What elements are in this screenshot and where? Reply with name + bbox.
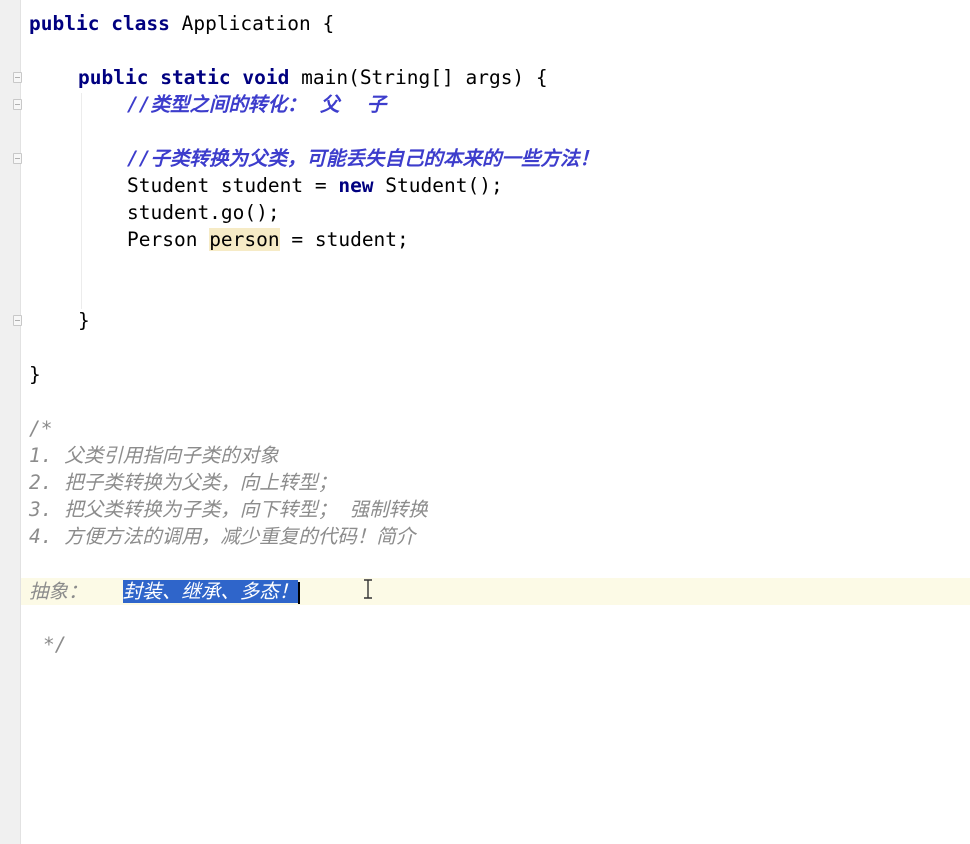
- fold-icon[interactable]: [13, 99, 22, 110]
- keyword: public: [29, 12, 100, 35]
- item-text: 方便方法的调用，减少重复的代码！简介: [64, 525, 416, 548]
- code-line-main-decl[interactable]: public static void main(String[] args) {: [78, 64, 548, 91]
- code-text: }: [29, 363, 41, 386]
- code-line-close-brace[interactable]: }: [78, 307, 90, 334]
- code-text: student.go();: [127, 201, 280, 224]
- item-text: 把子类转换为父类，向上转型；: [64, 471, 338, 494]
- item-text: 父类引用指向子类的对象: [64, 444, 279, 467]
- indent-guide: [81, 93, 82, 309]
- block-comment-text: /*: [29, 417, 53, 440]
- editor-gutter[interactable]: [0, 0, 22, 844]
- block-comment-item[interactable]: 1. 父类引用指向子类的对象: [29, 442, 279, 469]
- keyword: static: [160, 66, 231, 89]
- item-number: 3.: [29, 498, 53, 521]
- code-text: = student;: [279, 228, 409, 251]
- ibeam-cursor-icon: [364, 579, 372, 599]
- code-line-class-decl[interactable]: public class Application {: [29, 10, 334, 37]
- code-text: Student student =: [127, 174, 339, 197]
- code-line-student-go[interactable]: student.go();: [127, 199, 280, 226]
- fold-icon[interactable]: [13, 72, 22, 83]
- fold-icon[interactable]: [13, 315, 22, 326]
- block-comment-item[interactable]: 4. 方便方法的调用，减少重复的代码！简介: [29, 523, 415, 550]
- comment-slashes: //: [127, 147, 151, 170]
- item-number: 1.: [29, 444, 53, 467]
- code-line-person-assign[interactable]: Person person = student;: [127, 226, 409, 253]
- text-caret: [298, 581, 301, 604]
- block-comment-abstract-line[interactable]: 抽象： 封装、继承、多态！: [29, 578, 301, 605]
- code-line-close-brace[interactable]: }: [29, 361, 41, 388]
- code-editor[interactable]: public class Application { public static…: [0, 0, 970, 844]
- comment-slashes: //: [127, 93, 151, 116]
- keyword: new: [338, 174, 374, 197]
- block-comment-text: */: [43, 633, 67, 656]
- code-text: Application {: [169, 12, 335, 35]
- block-comment-item[interactable]: 3. 把父类转换为子类，向下转型； 强制转换: [29, 496, 428, 523]
- highlighted-variable: person: [209, 228, 280, 251]
- block-comment-open[interactable]: /*: [29, 415, 52, 442]
- code-text: Person: [127, 228, 210, 251]
- code-line-comment[interactable]: //子类转换为父类，可能丢失自己的本来的一些方法！: [127, 145, 599, 172]
- keyword: class: [111, 12, 170, 35]
- keyword: void: [242, 66, 290, 89]
- abstract-label: 抽象：: [29, 580, 88, 603]
- item-text: 把父类转换为子类，向下转型； 强制转换: [64, 498, 428, 521]
- block-comment-item[interactable]: 2. 把子类转换为父类，向上转型；: [29, 469, 337, 496]
- item-number: 2.: [29, 471, 53, 494]
- code-line-comment[interactable]: //类型之间的转化： 父 子: [127, 91, 386, 118]
- code-text: Student();: [373, 174, 503, 197]
- code-text: }: [78, 309, 90, 332]
- selected-text[interactable]: 封装、继承、多态！: [122, 580, 299, 603]
- block-comment-close[interactable]: */: [43, 631, 66, 658]
- code-text: main(String[] args) {: [289, 66, 548, 89]
- line-comment: 类型之间的转化： 父 子: [150, 93, 387, 116]
- code-line-new-student[interactable]: Student student = new Student();: [127, 172, 503, 199]
- item-number: 4.: [29, 525, 53, 548]
- line-comment: 子类转换为父类，可能丢失自己的本来的一些方法！: [150, 147, 599, 170]
- fold-icon[interactable]: [13, 153, 22, 164]
- keyword: public: [78, 66, 149, 89]
